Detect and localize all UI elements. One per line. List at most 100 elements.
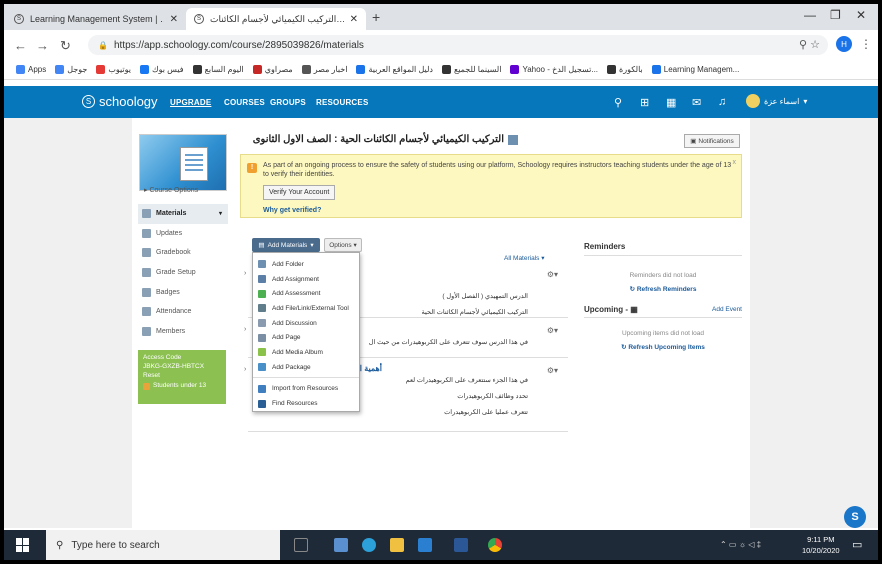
- add-event-link[interactable]: Add Event: [712, 306, 742, 313]
- minimize-button[interactable]: —: [804, 8, 816, 22]
- close-tab-icon[interactable]: ✕: [170, 14, 178, 25]
- nav-resources[interactable]: RESOURCES: [316, 98, 368, 107]
- gear-icon[interactable]: ⚙▾: [547, 366, 558, 375]
- menu-item-add-file-link-external-tool[interactable]: Add File/Link/External Tool: [253, 301, 359, 316]
- forward-icon[interactable]: →: [36, 38, 49, 53]
- close-tab-icon[interactable]: ✕: [350, 14, 358, 25]
- menu-item-add-package[interactable]: Add Package: [253, 360, 359, 375]
- students-under-13-link[interactable]: Students under 13: [143, 382, 221, 391]
- bookmark-item[interactable]: Learning Managem...: [651, 65, 739, 74]
- nav-upgrade[interactable]: UPGRADE: [170, 98, 211, 107]
- sidebar-item-updates[interactable]: Updates: [138, 224, 228, 244]
- profile-avatar[interactable]: H: [836, 36, 852, 52]
- news-app-icon[interactable]: [334, 538, 348, 552]
- new-tab-button[interactable]: +: [372, 9, 380, 25]
- bookmark-item[interactable]: بالكورة: [607, 65, 643, 74]
- address-bar[interactable]: 🔒 https://app.schoology.com/course/28950…: [88, 35, 828, 55]
- menu-item-add-media-album[interactable]: Add Media Album: [253, 345, 359, 360]
- add-file-link-external-toolicon: [258, 304, 266, 313]
- taskbar-search-box[interactable]: ⚲ Type here to search: [46, 530, 280, 560]
- reload-icon[interactable]: ↻: [60, 38, 71, 54]
- system-clock[interactable]: 9:11 PM 10/20/2020: [802, 534, 840, 557]
- schoology-assist-button[interactable]: S: [844, 506, 866, 528]
- schoology-logo[interactable]: S schoology: [82, 94, 158, 109]
- verify-account-button[interactable]: Verify Your Account: [263, 184, 336, 201]
- close-window-button[interactable]: ✕: [856, 8, 866, 22]
- calendar-icon[interactable]: ▦: [630, 305, 638, 314]
- menu-item-find-resources[interactable]: Find Resources: [253, 396, 359, 411]
- file-explorer-icon[interactable]: [390, 538, 404, 552]
- action-center-icon[interactable]: ▭: [852, 538, 862, 551]
- bookmark-item[interactable]: جوجل: [55, 65, 87, 74]
- messages-icon[interactable]: ✉: [692, 96, 701, 109]
- nav-courses[interactable]: COURSES: [224, 98, 265, 107]
- bookmark-item[interactable]: يوتيوب: [96, 65, 131, 74]
- why-get-verified-link[interactable]: Why get verified?: [263, 206, 733, 215]
- back-icon[interactable]: ←: [14, 38, 27, 53]
- menu-item-add-folder[interactable]: Add Folder: [253, 257, 359, 272]
- options-button[interactable]: Options ▾: [324, 238, 362, 252]
- bookmark-item[interactable]: السينما للجميع: [441, 65, 501, 74]
- notifications-button[interactable]: ▣ Notifications: [684, 134, 740, 148]
- screen: S Learning Management System | … ✕ S الت…: [4, 4, 878, 560]
- menu-item-import-from-resources[interactable]: Import from Resources: [253, 382, 359, 397]
- menu-item-label: Add Package: [272, 363, 311, 371]
- browser-tab-active[interactable]: S التركيب الكيميائي لأجسام الكائنات… ✕: [186, 8, 366, 30]
- chevron-right-icon[interactable]: ›: [244, 326, 246, 333]
- refresh-icon: ↻: [621, 344, 627, 351]
- chevron-right-icon[interactable]: ›: [244, 366, 246, 373]
- chevron-right-icon[interactable]: ›: [244, 270, 246, 277]
- menu-divider: [253, 376, 359, 378]
- refresh-reminders-link[interactable]: ↻ Refresh Reminders: [584, 285, 742, 293]
- all-materials-filter[interactable]: All Materials ▾: [504, 254, 544, 262]
- notifications-bell-icon[interactable]: ♫: [718, 96, 726, 108]
- menu-item-add-assessment[interactable]: Add Assessment: [253, 286, 359, 301]
- mail-app-icon[interactable]: [418, 538, 432, 552]
- sidebar-item-materials[interactable]: Materials ▾: [138, 204, 228, 224]
- schoology-favicon-icon: S: [14, 14, 24, 24]
- refresh-upcoming-link[interactable]: ↻ Refresh Upcoming Items: [584, 343, 742, 351]
- course-options-link[interactable]: ▸ Course Options: [144, 186, 198, 194]
- sidebar-item-badges[interactable]: Badges: [138, 282, 228, 302]
- reset-link[interactable]: Reset: [143, 372, 221, 381]
- gear-icon[interactable]: ⚙▾: [547, 270, 558, 279]
- browser-tab-lms[interactable]: S Learning Management System | … ✕: [6, 8, 186, 30]
- add-materials-dropdown: Add Folder Add Assignment Add Assessment Ad…: [252, 252, 360, 412]
- add-materials-button[interactable]: ▤ Add Materials ▾: [252, 238, 320, 252]
- search-icon[interactable]: ⚲: [614, 96, 622, 109]
- calendar-icon[interactable]: ▦: [666, 96, 676, 109]
- sidebar-item-members[interactable]: Members: [138, 322, 228, 342]
- windows-start-icon[interactable]: [16, 538, 30, 552]
- chevron-down-icon[interactable]: ▾: [219, 210, 222, 217]
- sidebar-item-grade-setup[interactable]: Grade Setup: [138, 263, 228, 283]
- gear-icon[interactable]: ⚙▾: [547, 326, 558, 335]
- bookmark-item[interactable]: اخبار مصر: [301, 65, 347, 74]
- browser-menu-icon[interactable]: ⋮: [860, 37, 872, 51]
- menu-item-add-discussion[interactable]: Add Discussion: [253, 316, 359, 331]
- bookmark-item[interactable]: مصراوي: [252, 65, 293, 74]
- nav-groups[interactable]: GROUPS: [270, 98, 306, 107]
- bookmark-item[interactable]: Yahoo - تسجيل الدخ...: [510, 65, 598, 74]
- sidebar-item-gradebook[interactable]: Gradebook: [138, 243, 228, 263]
- system-tray-icons[interactable]: ⌃ ▭ ☼ ◁ ‡: [720, 540, 761, 549]
- bookmark-item[interactable]: دليل المواقع العربية: [356, 65, 433, 74]
- menu-item-add-page[interactable]: Add Page: [253, 330, 359, 345]
- folder-description-line: في هذا الجزء ستتعرف على الكربوهيدرات لعم: [405, 377, 528, 384]
- bookmark-favicon-icon: [607, 65, 617, 74]
- user-menu[interactable]: اسماء عزة ▾: [746, 94, 807, 108]
- zoom-star-icons[interactable]: ⚲ ☆: [799, 38, 820, 51]
- bookmark-item[interactable]: Apps: [16, 65, 46, 74]
- sidebar-item-attendance[interactable]: Attendance: [138, 302, 228, 322]
- maximize-button[interactable]: ❐: [830, 8, 841, 22]
- apps-grid-icon[interactable]: ⊞: [640, 96, 649, 109]
- add-packageicon: [258, 363, 266, 372]
- edge-browser-icon[interactable]: [362, 538, 376, 552]
- chrome-browser-icon[interactable]: [488, 538, 502, 552]
- task-view-icon[interactable]: [294, 538, 308, 552]
- bookmark-item[interactable]: فيس بوك: [140, 65, 184, 74]
- course-picture[interactable]: [139, 134, 227, 191]
- menu-item-add-assignment[interactable]: Add Assignment: [253, 272, 359, 287]
- close-icon[interactable]: x: [733, 158, 737, 167]
- bookmark-item[interactable]: اليوم السابع: [192, 65, 244, 74]
- word-app-icon[interactable]: [454, 538, 468, 552]
